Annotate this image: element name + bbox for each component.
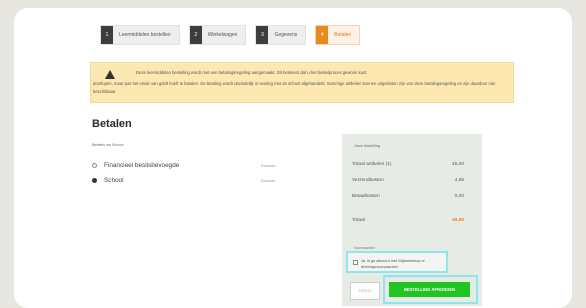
option-label: Financieel beslisbevoegde [104,162,180,169]
step-label: Winkelwagen [207,32,238,38]
option-school[interactable]: School Ecotrade [92,177,275,184]
summary-heading: Jouw bestelling [354,144,380,148]
radio-school[interactable] [92,178,97,183]
alert-text-line1: Deze leermiddelen bestelling wordt met e… [136,70,367,75]
row-value: 4,95 [454,178,464,183]
row-value: 49,95 [451,218,464,223]
step-leermiddelen[interactable]: 1 Leermiddelen bestellen [100,25,180,45]
option-financieel[interactable]: Financieel beslisbevoegde Ecotrade [92,162,275,169]
payment-method-subtitle: Betalen via School [92,143,124,147]
step-winkelwagen[interactable]: 2 Winkelwagen [188,25,247,45]
step-label: Betalen [334,32,352,38]
alert-text-line2: doorlopen, maar pas het einde van geldt … [93,81,496,94]
row-label: Verzendkosten [352,178,384,183]
payment-arrangement-alert: Deze leermiddelen bestelling wordt met e… [90,62,514,103]
summary-row-totaal: Totaal 49,95 [352,218,468,223]
voorwaarden-label: Voorwaarden [354,246,376,250]
order-button-highlight: BESTELLING AFRONDEN [383,275,478,304]
step-label: Gegevens [274,32,298,38]
step-label: Leermiddelen bestellen [119,32,171,38]
row-value: 0,00 [454,194,464,199]
step-number: 4 [316,26,329,44]
step-number: 2 [189,26,202,44]
checkout-card: 1 Leermiddelen bestellen 2 Winkelwagen 3… [14,8,572,308]
terms-text: Ja, ik ga akkoord met Wijzwebshop.nl lev… [361,259,425,269]
summary-row-betaalkosten: Betaalkosten 0,00 [352,194,468,199]
radio-financieel[interactable] [92,163,97,168]
row-label: Betaalkosten [352,194,380,199]
option-label: School [104,177,124,184]
step-number: 3 [256,26,269,44]
checkout-steps: 1 Leermiddelen bestellen 2 Winkelwagen 3… [100,25,361,45]
order-summary-panel: Jouw bestelling Totaal artikelen (1) 45,… [342,134,482,306]
back-button[interactable]: TERUG [350,282,380,300]
row-value: 45,00 [451,162,464,167]
terms-agreement-box[interactable]: Ja, ik ga akkoord met Wijzwebshop.nl lev… [346,251,448,273]
summary-row-verzendkosten: Verzendkosten 4,95 [352,178,468,183]
row-label: Totaal [352,218,365,223]
warning-icon [105,70,115,79]
summary-row-artikelen: Totaal artikelen (1) 45,00 [352,162,468,167]
row-label: Totaal artikelen (1) [352,162,392,167]
step-betalen[interactable]: 4 Betalen [315,25,361,45]
page-title: Betalen [92,118,132,130]
option-extra: Ecotrade [261,178,276,183]
step-gegevens[interactable]: 3 Gegevens [255,25,307,45]
terms-checkbox[interactable] [353,260,358,265]
step-number: 1 [101,26,113,44]
place-order-button[interactable]: BESTELLING AFRONDEN [389,282,470,297]
option-extra: Ecotrade [261,163,276,168]
